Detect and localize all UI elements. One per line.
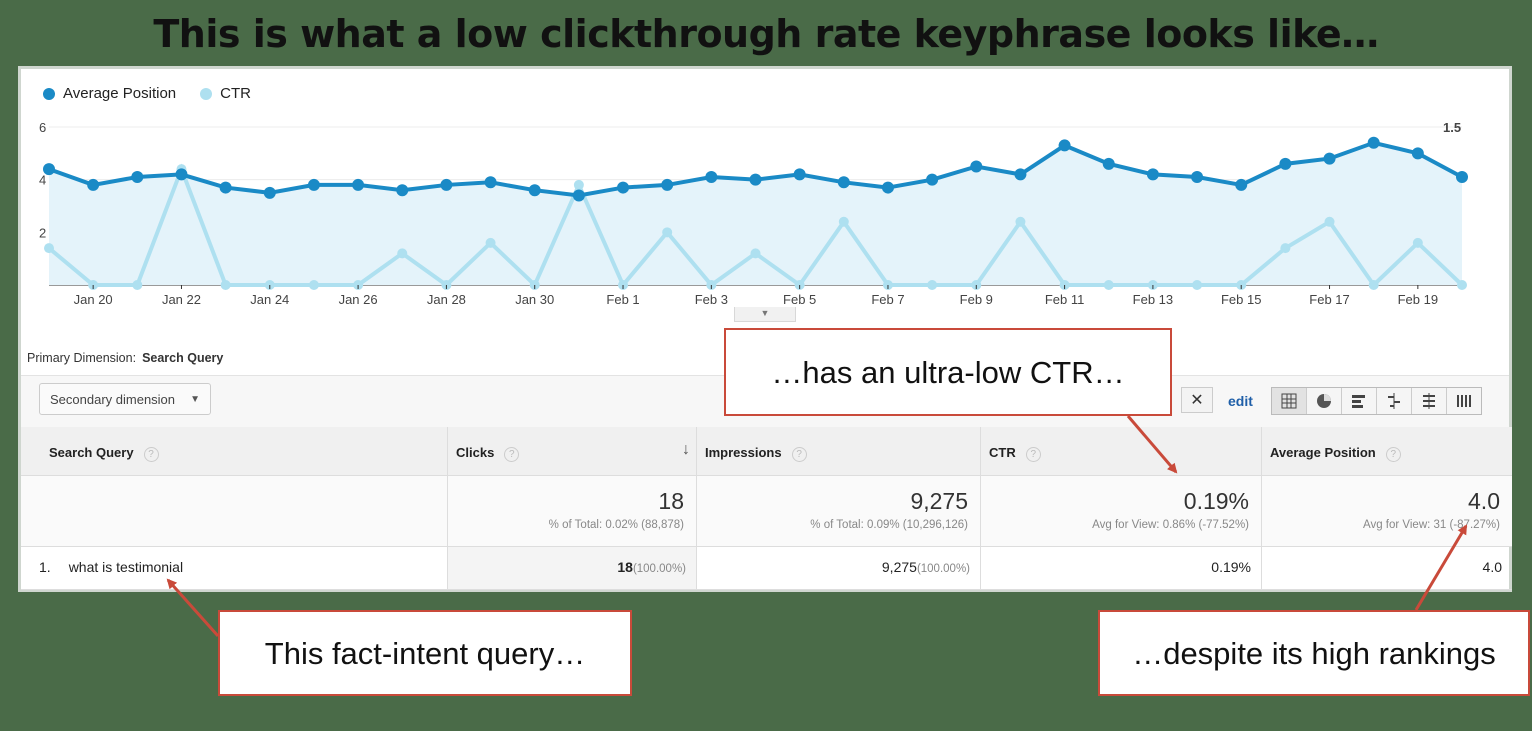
callout-query: This fact-intent query… [218, 610, 632, 696]
query-arrow [166, 578, 220, 637]
ctr-arrow [1126, 415, 1178, 474]
callout-ctr: …has an ultra-low CTR… [724, 328, 1172, 416]
callout-rank: …despite its high rankings [1098, 610, 1530, 696]
rank-arrow [1414, 524, 1468, 611]
